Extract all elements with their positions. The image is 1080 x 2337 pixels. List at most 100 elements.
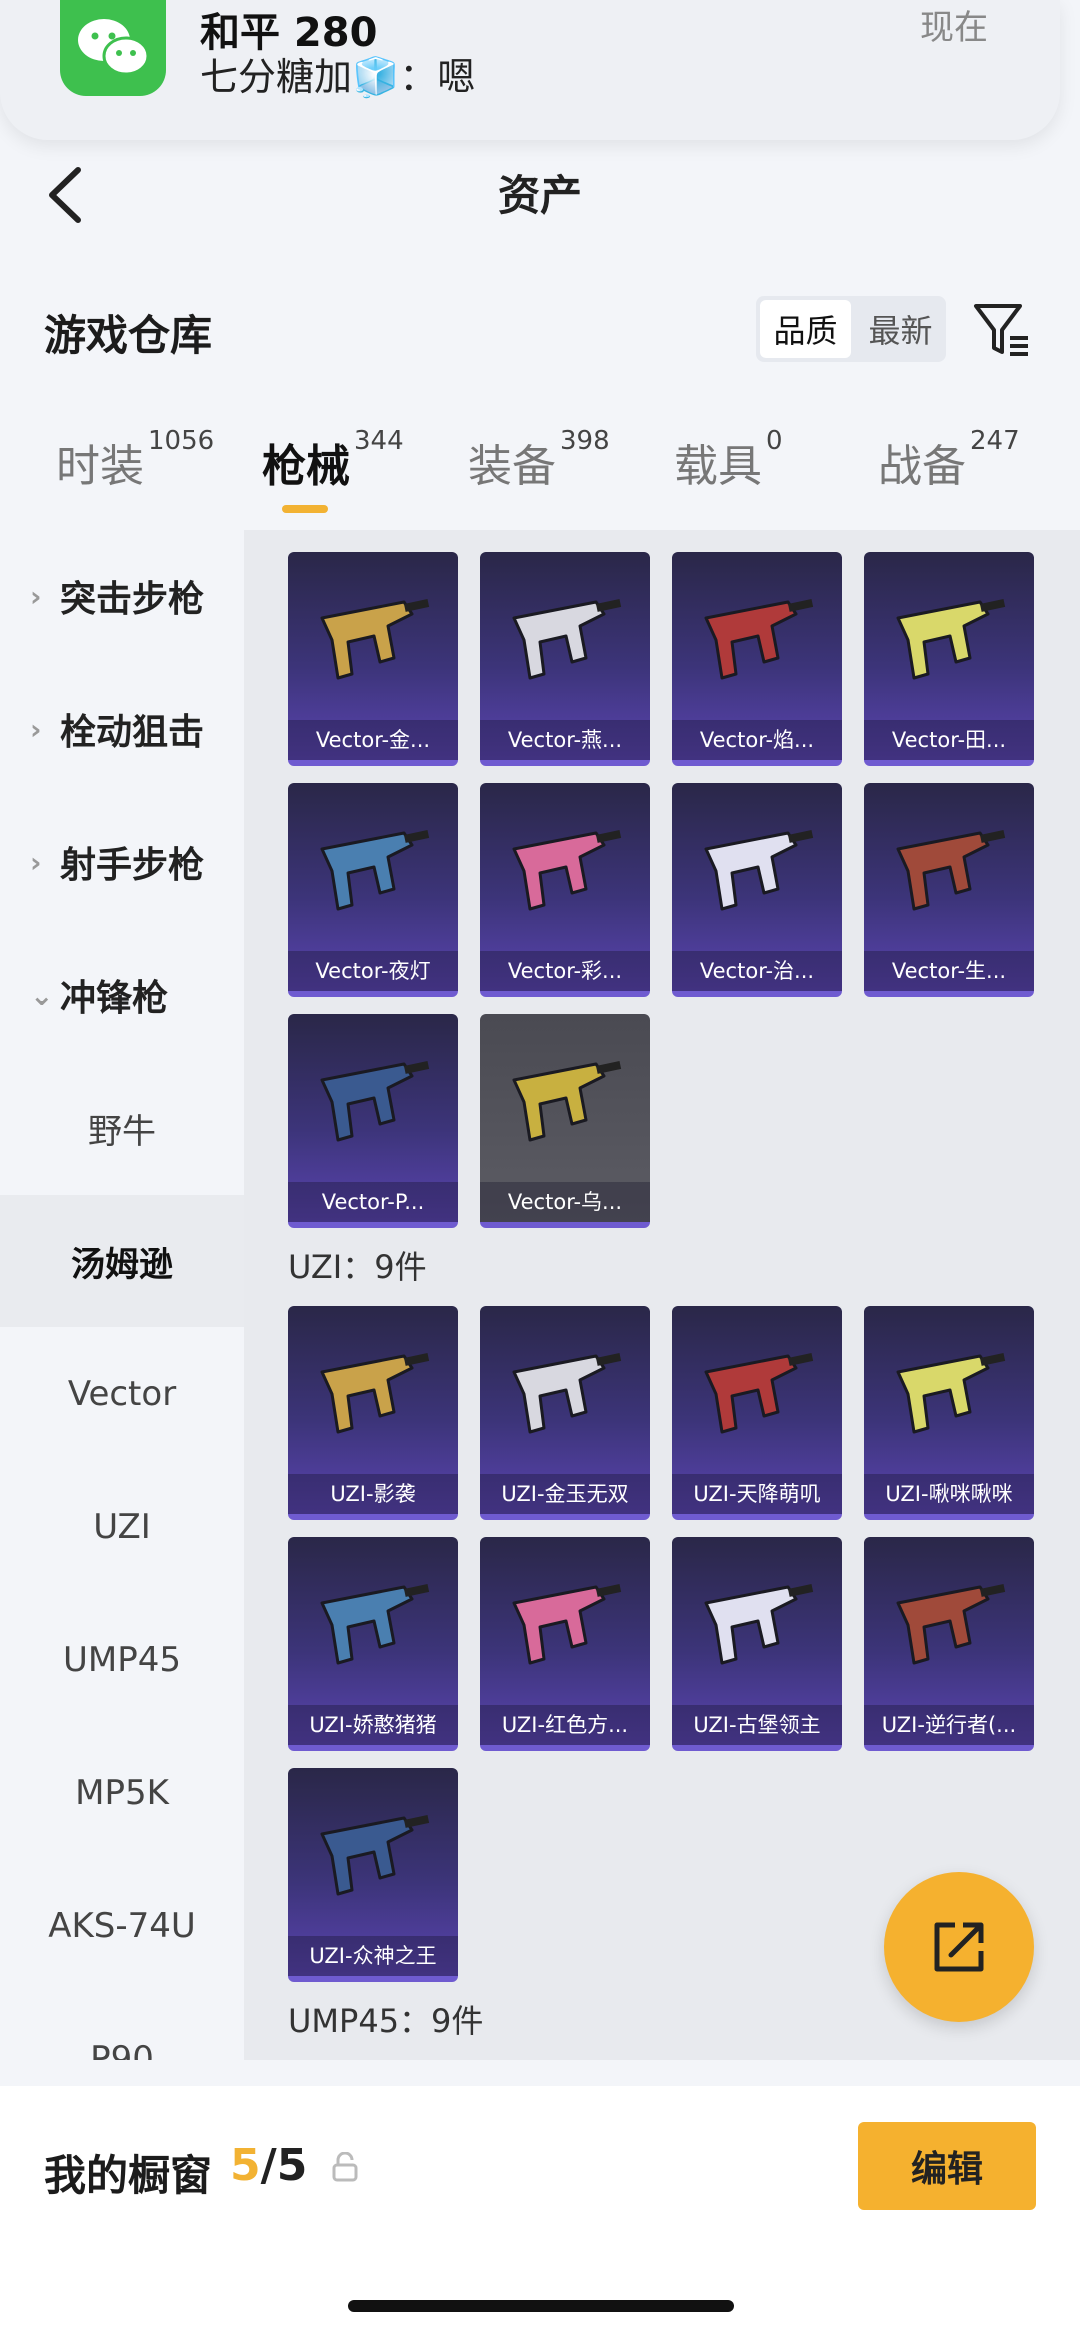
item-label: UZI-娇憨猪猪 [288, 1705, 458, 1745]
vector-skin-icon [884, 578, 1014, 698]
sidebar-item-p90[interactable]: P90 [0, 1993, 244, 2060]
uzi-skin-icon [308, 1794, 438, 1914]
tab-vehicles[interactable]: 载具 0 [674, 426, 783, 494]
tab-supplies[interactable]: 战备 247 [878, 426, 1020, 494]
vector-skin-icon [500, 809, 630, 929]
item-label: UZI-金玉无双 [480, 1474, 650, 1514]
item-label: Vector-燕... [480, 720, 650, 760]
sidebar-item-marksman-rifle[interactable]: › 射手步枪 [0, 796, 244, 928]
showcase-label: 我的橱窗 [44, 2151, 213, 2200]
item-label: UZI-逆行者(... [864, 1705, 1034, 1745]
uzi-skin-icon [692, 1563, 822, 1683]
sidebar-item-bolt-sniper[interactable]: › 栓动狙击 [0, 663, 244, 795]
warehouse-title: 游戏仓库 [44, 311, 213, 360]
active-tab-indicator [282, 505, 328, 513]
item-card[interactable]: Vector-治... [672, 783, 842, 997]
item-grid: Vector-金... Vector-燕... Vector-焰... Vect… [244, 530, 1080, 2060]
item-card[interactable]: Vector-P... [288, 1014, 458, 1228]
sort-toggle: 品质 最新 [756, 296, 946, 362]
item-card[interactable]: UZI-影袭 [288, 1306, 458, 1520]
showcase-count: 5/5 [230, 2140, 308, 2191]
sort-quality-option[interactable]: 品质 [760, 300, 851, 358]
sidebar-item-mp5k[interactable]: MP5K [0, 1727, 244, 1859]
item-label: Vector-生... [864, 951, 1034, 991]
tab-fashion[interactable]: 时装 1056 [56, 426, 214, 494]
sidebar-item-ump45[interactable]: UMP45 [0, 1594, 244, 1726]
uzi-skin-icon [692, 1332, 822, 1452]
sidebar-item-uzi[interactable]: UZI [0, 1461, 244, 1593]
item-label: UZI-天降萌叽 [672, 1474, 842, 1514]
item-label: UZI-古堡领主 [672, 1705, 842, 1745]
share-button[interactable] [884, 1872, 1034, 2022]
item-card[interactable]: UZI-古堡领主 [672, 1537, 842, 1751]
item-card[interactable]: Vector-焰... [672, 552, 842, 766]
uzi-skin-icon [500, 1332, 630, 1452]
notification-time: 现在 [920, 8, 988, 48]
item-card[interactable]: Vector-彩... [480, 783, 650, 997]
sort-latest-option[interactable]: 最新 [855, 296, 946, 362]
item-label: Vector-田... [864, 720, 1034, 760]
page-title: 资产 [497, 171, 582, 220]
filter-icon[interactable] [970, 298, 1034, 362]
vector-skin-icon [500, 1040, 630, 1160]
vector-skin-icon [884, 809, 1014, 929]
share-icon [934, 1922, 984, 1972]
uzi-skin-icon [308, 1563, 438, 1683]
item-label: Vector-金... [288, 720, 458, 760]
uzi-group-label: UZI：9件 [288, 1248, 427, 1286]
chevron-right-icon: › [30, 712, 42, 746]
item-label: UZI-啾咪啾咪 [864, 1474, 1034, 1514]
item-card[interactable]: UZI-逆行者(... [864, 1537, 1034, 1751]
sidebar-item-smg[interactable]: ⌄ 冲锋枪 [0, 929, 244, 1061]
uzi-skin-icon [884, 1332, 1014, 1452]
notification-banner[interactable]: 和平 280 七分糖加🧊：嗯 现在 [0, 0, 1060, 140]
vector-skin-icon [500, 578, 630, 698]
item-card[interactable]: UZI-娇憨猪猪 [288, 1537, 458, 1751]
vector-skin-icon [308, 809, 438, 929]
weapon-type-sidebar: › 突击步枪 › 栓动狙击 › 射手步枪 ⌄ 冲锋枪 野牛 汤姆逊 Vector UZI… [0, 530, 244, 2060]
item-label: Vector-夜灯 [288, 951, 458, 991]
lock-icon [332, 2151, 358, 2182]
chevron-right-icon: › [30, 845, 42, 879]
chevron-down-icon: ⌄ [30, 978, 54, 1012]
item-card[interactable]: Vector-田... [864, 552, 1034, 766]
vector-skin-icon [692, 809, 822, 929]
item-label: UZI-众神之王 [288, 1936, 458, 1976]
item-card[interactable]: UZI-红色方... [480, 1537, 650, 1751]
sidebar-item-aks74u[interactable]: AKS-74U [0, 1860, 244, 1992]
vector-skin-icon [692, 578, 822, 698]
home-indicator[interactable] [348, 2300, 734, 2312]
item-card[interactable]: UZI-天降萌叽 [672, 1306, 842, 1520]
sidebar-item-assault-rifle[interactable]: › 突击步枪 [0, 530, 244, 662]
uzi-skin-icon [500, 1563, 630, 1683]
item-card[interactable]: UZI-啾咪啾咪 [864, 1306, 1034, 1520]
chevron-right-icon: › [30, 579, 42, 613]
sidebar-item-bizon[interactable]: 野牛 [0, 1062, 244, 1194]
category-tabs: 时装 1056 枪械 344 装备 398 载具 0 战备 247 [0, 426, 1080, 520]
vector-skin-icon [308, 578, 438, 698]
item-card[interactable]: Vector-夜灯 [288, 783, 458, 997]
tab-equipment[interactable]: 装备 398 [468, 426, 610, 494]
item-label: Vector-治... [672, 951, 842, 991]
item-label: Vector-彩... [480, 951, 650, 991]
sidebar-item-thompson[interactable]: 汤姆逊 [0, 1195, 244, 1327]
item-label: Vector-乌... [480, 1182, 650, 1222]
edit-button[interactable]: 编辑 [858, 2122, 1036, 2210]
item-card[interactable]: UZI-众神之王 [288, 1768, 458, 1982]
vector-skin-icon [308, 1040, 438, 1160]
uzi-skin-icon [884, 1563, 1014, 1683]
item-card[interactable]: Vector-金... [288, 552, 458, 766]
item-label: Vector-焰... [672, 720, 842, 760]
item-card[interactable]: Vector-乌... [480, 1014, 650, 1228]
item-card[interactable]: Vector-燕... [480, 552, 650, 766]
item-card[interactable]: Vector-生... [864, 783, 1034, 997]
ump45-group-label: UMP45：9件 [288, 2002, 484, 2040]
wechat-icon [60, 0, 166, 96]
sidebar-item-vector[interactable]: Vector [0, 1328, 244, 1460]
item-label: UZI-影袭 [288, 1474, 458, 1514]
item-label: UZI-红色方... [480, 1705, 650, 1745]
item-card[interactable]: UZI-金玉无双 [480, 1306, 650, 1520]
tab-firearms[interactable]: 枪械 344 [262, 426, 404, 494]
uzi-skin-icon [308, 1332, 438, 1452]
notification-message: 七分糖加🧊：嗯 [200, 55, 476, 99]
